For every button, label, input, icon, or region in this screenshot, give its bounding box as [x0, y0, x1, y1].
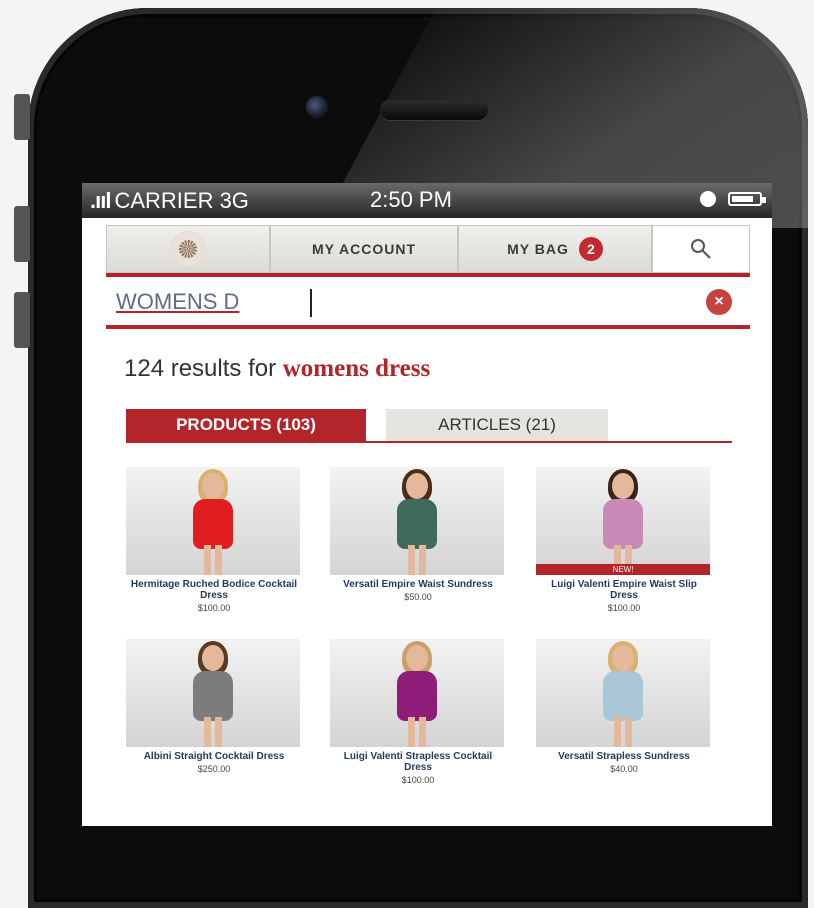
clock-time: 2:50 PM [370, 187, 452, 212]
product-price: $40.00 [610, 764, 638, 774]
app-screen: .ııl CARRIER 3G 2:50 PM MY ACCOUNT MY BA… [82, 183, 772, 826]
dress-shape [603, 499, 643, 549]
model-legs [614, 717, 632, 747]
product-name[interactable]: Albini Straight Cocktail Dress [126, 751, 302, 762]
product-name[interactable]: Luigi Valenti Strapless Cocktail Dress [330, 751, 506, 773]
product-name[interactable]: Versatil Empire Waist Sundress [330, 579, 506, 590]
signal-icon: .ııl [90, 187, 111, 213]
results-count: 124 results for [124, 355, 277, 382]
product-card[interactable]: Versatil Strapless Sundress $40.00 [536, 639, 712, 774]
my-account-button[interactable]: MY ACCOUNT [270, 225, 458, 273]
dress-shape [603, 671, 643, 721]
product-image[interactable] [126, 639, 300, 747]
search-input[interactable] [106, 288, 678, 316]
product-name[interactable]: Luigi Valenti Empire Waist Slip Dress [536, 579, 712, 601]
product-card[interactable]: Versatil Empire Waist Sundress $50.00 [330, 467, 506, 602]
product-image[interactable] [536, 639, 710, 747]
model-head [406, 473, 428, 499]
volume-up-button [14, 206, 30, 262]
new-badge: NEW! [536, 564, 710, 575]
volume-down-button [14, 292, 30, 348]
text-cursor [310, 289, 312, 317]
battery-icon [728, 192, 766, 206]
product-image[interactable] [330, 639, 504, 747]
model-legs [204, 545, 222, 575]
status-icons [700, 191, 766, 207]
product-card[interactable]: Hermitage Ruched Bodice Cocktail Dress $1… [126, 467, 302, 613]
earpiece-speaker [380, 100, 488, 120]
model-head [202, 645, 224, 671]
product-price: $50.00 [404, 592, 432, 602]
search-bar: × [106, 279, 750, 329]
results-summary: 124 results for womens dress [124, 355, 430, 383]
my-bag-button[interactable]: MY BAG 2 [458, 225, 652, 273]
logo-icon [170, 231, 206, 267]
tab-articles[interactable]: ARTICLES (21) [386, 409, 608, 441]
product-name[interactable]: Hermitage Ruched Bodice Cocktail Dress [126, 579, 302, 601]
front-camera [306, 96, 328, 118]
results-tabs: PRODUCTS (103) ARTICLES (21) [126, 409, 732, 443]
product-image[interactable] [330, 467, 504, 575]
my-bag-label: MY BAG [507, 241, 569, 257]
dress-shape [397, 499, 437, 549]
clear-search-button[interactable]: × [706, 289, 732, 315]
product-image[interactable] [126, 467, 300, 575]
dress-shape [193, 671, 233, 721]
results-query: womens dress [282, 355, 431, 382]
product-card[interactable]: Luigi Valenti Strapless Cocktail Dress $1… [330, 639, 506, 785]
product-card[interactable]: NEW! Luigi Valenti Empire Waist Slip Dres… [536, 467, 712, 613]
product-price: $100.00 [197, 603, 231, 613]
dress-shape [193, 499, 233, 549]
model-legs [408, 717, 426, 747]
carrier-label: CARRIER 3G [114, 187, 249, 213]
model-legs [408, 545, 426, 575]
bag-count-badge: 2 [578, 237, 603, 261]
tab-products[interactable]: PRODUCTS (103) [126, 409, 366, 441]
product-name[interactable]: Versatil Strapless Sundress [536, 751, 712, 762]
product-image[interactable]: NEW! [536, 467, 710, 575]
model-head [202, 473, 224, 499]
nav-divider [106, 273, 750, 277]
status-bar: .ııl CARRIER 3G 2:50 PM [82, 183, 772, 218]
mute-switch [14, 94, 30, 140]
close-icon: × [714, 293, 724, 310]
product-card[interactable]: Albini Straight Cocktail Dress $250.00 [126, 639, 302, 774]
alarm-icon [700, 191, 716, 207]
search-button[interactable] [652, 225, 750, 273]
model-head [612, 645, 634, 671]
model-head [406, 645, 428, 671]
top-nav: MY ACCOUNT MY BAG 2 [106, 225, 750, 273]
my-account-label: MY ACCOUNT [311, 241, 417, 257]
model-legs [204, 717, 222, 747]
product-price: $250.00 [197, 764, 231, 774]
home-logo-button[interactable] [106, 225, 270, 273]
product-price: $100.00 [607, 603, 641, 613]
product-price: $100.00 [401, 775, 435, 785]
model-head [612, 473, 634, 499]
dress-shape [397, 671, 437, 721]
search-icon [691, 239, 711, 259]
